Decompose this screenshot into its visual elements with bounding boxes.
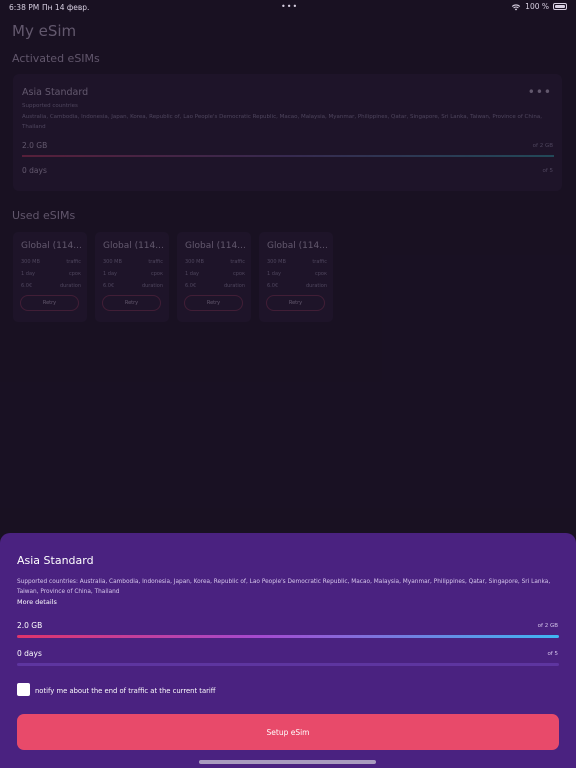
- status-date: Пн 14 февр.: [42, 3, 90, 12]
- battery-icon: [553, 3, 567, 10]
- sheet-traffic-progress-bar: [17, 635, 559, 638]
- status-bar: 6:38 PM Пн 14 февр. ••• 100 %: [0, 0, 576, 16]
- wifi-icon: [511, 3, 521, 11]
- notify-label[interactable]: notify me about the end of traffic at th…: [35, 687, 215, 695]
- multitasking-dots-icon[interactable]: •••: [281, 2, 298, 11]
- sheet-traffic-value: 2.0 GB: [17, 621, 43, 630]
- sheet-days-total: of 5: [547, 651, 558, 657]
- sheet-supported-countries: Supported countries: Australia, Cambodia…: [17, 579, 551, 595]
- home-indicator[interactable]: [199, 760, 376, 764]
- more-details-link[interactable]: More details: [17, 598, 57, 606]
- status-right: 100 %: [511, 2, 567, 11]
- setup-esim-button[interactable]: Setup eSim: [17, 714, 559, 750]
- sheet-days-progress-bar: [17, 663, 559, 666]
- battery-percent: 100 %: [525, 2, 549, 11]
- sheet-traffic-total: of 2 GB: [537, 623, 558, 629]
- status-time: 6:38 PM: [9, 3, 40, 12]
- esim-details-sheet: Asia Standard Supported countries: Austr…: [0, 533, 576, 768]
- sheet-title: Asia Standard: [17, 554, 94, 567]
- notify-checkbox[interactable]: [17, 683, 30, 696]
- sheet-days-value: 0 days: [17, 649, 42, 658]
